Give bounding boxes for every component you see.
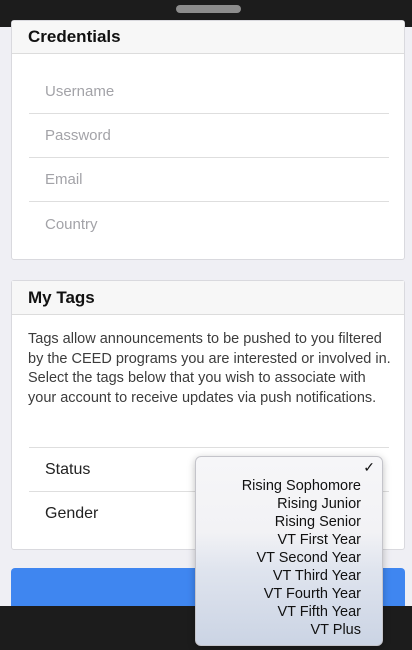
status-picker-dropdown[interactable]: ✓ Rising Sophomore Rising Junior Rising … xyxy=(195,456,383,646)
credentials-card: Credentials Username Password Email Coun… xyxy=(11,20,405,260)
picker-option-rising-sophomore[interactable]: Rising Sophomore xyxy=(201,477,361,495)
picker-option-rising-senior[interactable]: Rising Senior xyxy=(201,513,361,531)
checkmark-icon: ✓ xyxy=(363,459,375,475)
picker-option-vt-third-year[interactable]: VT Third Year xyxy=(201,567,361,585)
picker-option-vt-fifth-year[interactable]: VT Fifth Year xyxy=(201,603,361,621)
tags-description: Tags allow announcements to be pushed to… xyxy=(28,331,391,406)
country-field[interactable]: Country xyxy=(29,202,389,246)
picker-option-vt-plus[interactable]: VT Plus xyxy=(201,621,361,639)
email-field[interactable]: Email xyxy=(29,158,389,202)
tags-header: My Tags xyxy=(12,281,404,315)
username-field[interactable]: Username xyxy=(29,70,389,114)
drag-handle xyxy=(176,5,241,13)
picker-option-rising-junior[interactable]: Rising Junior xyxy=(201,495,361,513)
password-field[interactable]: Password xyxy=(29,114,389,158)
picker-option-vt-first-year[interactable]: VT First Year xyxy=(201,531,361,549)
credentials-header: Credentials xyxy=(12,21,404,54)
picker-option-vt-second-year[interactable]: VT Second Year xyxy=(201,549,361,567)
picker-option-vt-fourth-year[interactable]: VT Fourth Year xyxy=(201,585,361,603)
